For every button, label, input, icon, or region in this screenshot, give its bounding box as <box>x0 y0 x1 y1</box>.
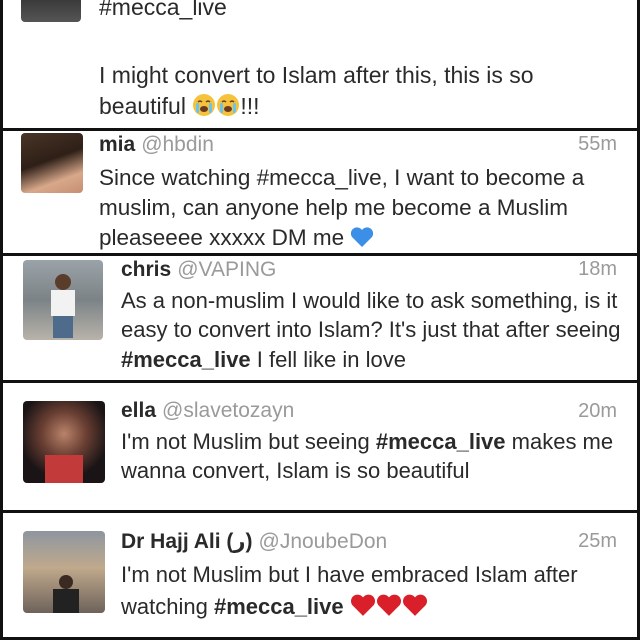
tweet-text: I'm not Muslim but seeing #mecca_live ma… <box>121 429 614 484</box>
hashtag-link[interactable]: #mecca_live <box>376 429 506 454</box>
avatar[interactable] <box>21 133 83 193</box>
tweet-handle[interactable]: @VAPING <box>177 258 276 281</box>
avatar[interactable] <box>21 0 81 22</box>
tweet-text: I might convert to Islam after this, thi… <box>99 60 619 124</box>
tweet-card-4[interactable]: ella @slavetozayn 20m I'm not Muslim but … <box>0 383 640 510</box>
avatar[interactable] <box>23 260 103 340</box>
tweet-author[interactable]: chris @VAPING <box>121 258 276 282</box>
tweet-handle[interactable]: @JnoubeDon <box>259 530 388 553</box>
tweet-time: 20m <box>578 400 617 422</box>
tweet-hashtag-line: #mecca_live <box>99 0 227 20</box>
red-heart-emoji-icon <box>376 593 402 626</box>
crying-face-emoji-icon <box>216 93 240 125</box>
tweet-card-3[interactable]: chris @VAPING 18m As a non-muslim I would… <box>0 256 640 380</box>
tweet-handle[interactable]: @slavetozayn <box>162 399 294 422</box>
avatar[interactable] <box>23 531 105 613</box>
hashtag-link[interactable]: #mecca_live <box>121 347 251 372</box>
tweet-author[interactable]: mia @hbdin <box>99 133 214 157</box>
avatar[interactable] <box>23 401 105 483</box>
tweet-card-5[interactable]: Dr Hajj Ali (ر) @JnoubeDon 25m I'm not Mu… <box>0 513 640 637</box>
tweet-card-1[interactable]: #mecca_live I might convert to Islam aft… <box>0 0 640 128</box>
red-heart-emoji-icon <box>350 593 376 626</box>
tweet-time: 18m <box>578 258 617 280</box>
tweet-text: Since watching #mecca_live, I want to be… <box>99 163 629 253</box>
tweet-text: I'm not Muslim but I have embraced Islam… <box>121 559 631 626</box>
tweet-author[interactable]: Dr Hajj Ali (ر) @JnoubeDon <box>121 529 387 554</box>
hashtag-link[interactable]: #mecca_live <box>214 594 344 619</box>
tweet-text: As a non-muslim I would like to ask some… <box>121 288 621 372</box>
tweet-time: 25m <box>578 530 617 552</box>
tweet-time: 55m <box>578 133 617 155</box>
blue-heart-emoji-icon <box>350 226 374 253</box>
crying-face-emoji-icon <box>192 93 216 125</box>
tweet-author[interactable]: ella @slavetozayn <box>121 399 294 423</box>
tweet-card-2[interactable]: mia @hbdin 55m Since watching #mecca_live… <box>0 131 640 253</box>
tweet-handle[interactable]: @hbdin <box>141 133 214 156</box>
red-heart-emoji-icon <box>402 593 428 626</box>
